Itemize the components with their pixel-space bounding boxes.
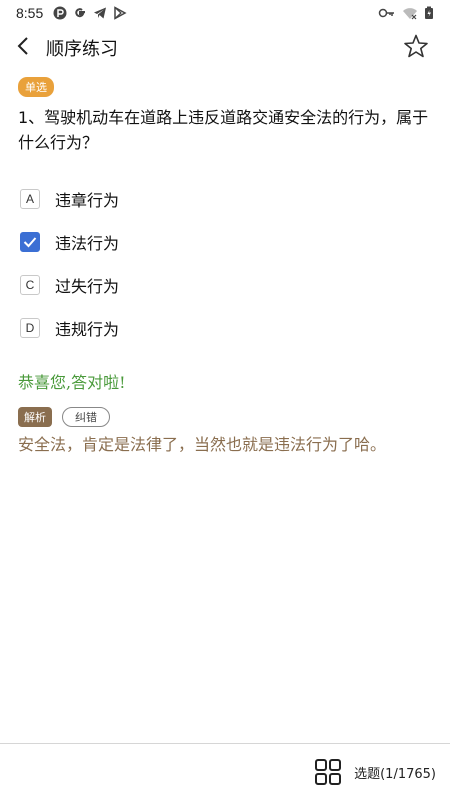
report-error-button[interactable]: 纠错	[62, 407, 110, 427]
play-store-icon	[113, 6, 127, 20]
grid-icon[interactable]	[314, 758, 342, 786]
analysis-tag: 解析	[18, 407, 52, 427]
option-d-marker: D	[20, 317, 40, 338]
page-title: 顺序练习	[46, 39, 118, 60]
options-list: A 违章行为 违法行为 C 过失行为 D 违规行为	[18, 177, 432, 349]
option-b-label: 违法行为	[55, 233, 120, 253]
analysis-text: 安全法，肯定是法律了，当然也就是违法行为了哈。	[18, 435, 387, 454]
option-a[interactable]: A 违章行为	[18, 177, 432, 220]
back-arrow-icon	[15, 36, 31, 60]
option-a-marker: A	[20, 188, 40, 209]
app-bar: 顺序练习	[0, 28, 450, 68]
bottom-bar: 选题(1/1765)	[0, 743, 450, 800]
option-c-label: 过失行为	[55, 276, 120, 296]
star-outline-icon	[403, 33, 429, 63]
status-time: 8:55	[16, 5, 44, 21]
option-c[interactable]: C 过失行为	[18, 263, 432, 306]
notification-p-icon	[53, 6, 67, 20]
status-icons-right	[378, 6, 434, 20]
option-a-label: 违章行为	[55, 190, 120, 210]
favorite-button[interactable]	[402, 34, 430, 62]
option-d-label: 违规行为	[55, 319, 120, 339]
google-icon	[73, 6, 87, 20]
status-icons-left	[53, 6, 127, 20]
question-content: 单选 1、驾驶机动车在道路上违反道路交通安全法的行为，属于什么行为？ A 违章行…	[18, 76, 432, 457]
key-icon	[378, 6, 396, 20]
question-select-button[interactable]: 选题(1/1765)	[354, 763, 436, 782]
correct-result-text: 恭喜您,答对啦!	[18, 373, 126, 392]
status-bar: 8:55	[0, 0, 450, 26]
option-b[interactable]: 违法行为	[18, 220, 432, 263]
back-button[interactable]	[0, 28, 46, 68]
battery-icon	[424, 6, 434, 20]
wifi-icon	[402, 6, 418, 20]
checkbox-checked-icon	[20, 231, 40, 252]
option-d[interactable]: D 违规行为	[18, 306, 432, 349]
question-type-badge: 单选	[18, 77, 54, 97]
telegram-icon	[93, 6, 107, 20]
question-text: 1、驾驶机动车在道路上违反道路交通安全法的行为，属于什么行为？	[18, 108, 429, 152]
analysis-header: 解析 纠错	[18, 407, 432, 427]
option-c-marker: C	[20, 274, 40, 295]
